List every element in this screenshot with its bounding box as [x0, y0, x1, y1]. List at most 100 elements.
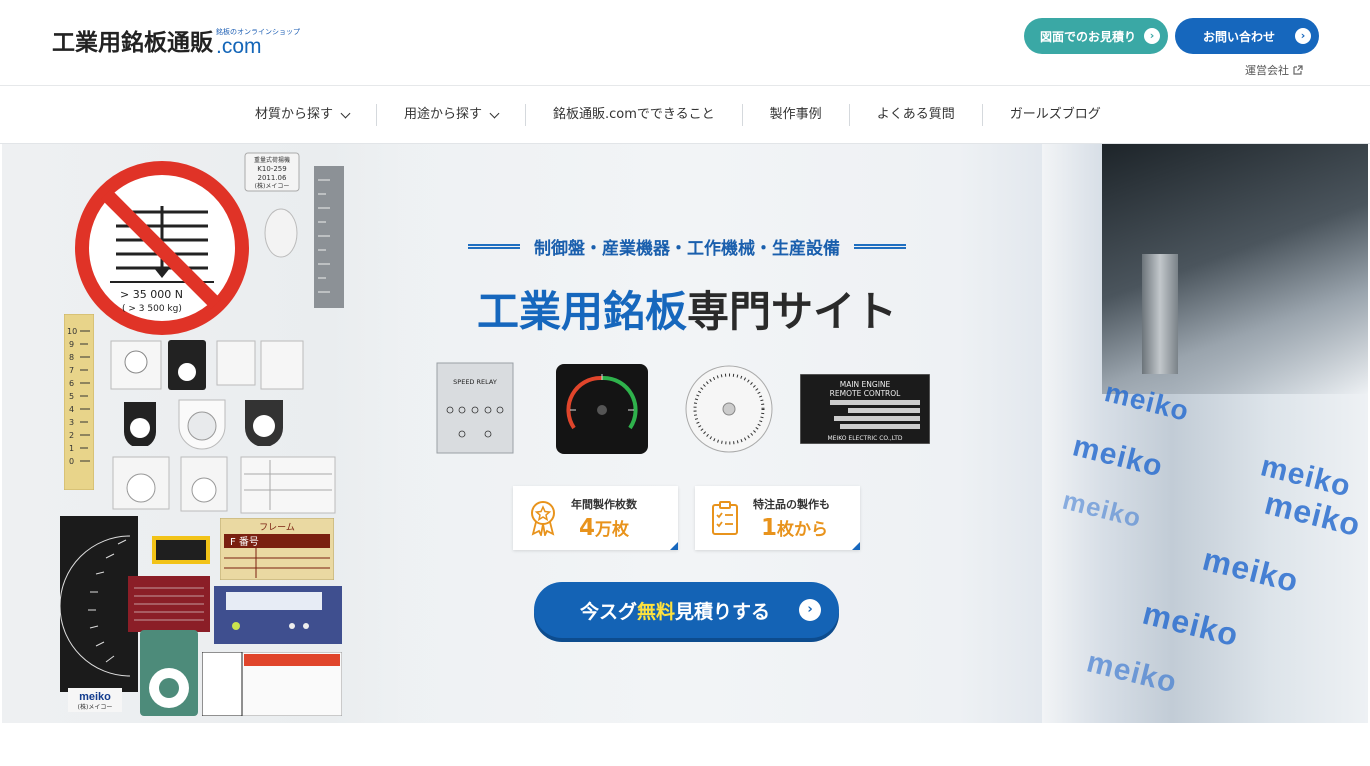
- svg-text:(株)メイコー: (株)メイコー: [78, 703, 113, 711]
- badge-number: 1: [761, 515, 778, 541]
- speed-relay-plate: SPEED RELAY: [436, 362, 514, 454]
- nav-item-capabilities[interactable]: 銘板通販.comでできること: [526, 104, 743, 126]
- svg-text:0: 0: [69, 457, 74, 466]
- switch-plate: [180, 456, 228, 512]
- black-keyhole-plate: [245, 400, 283, 446]
- logo-main-text: 工業用銘板通販: [52, 30, 213, 56]
- hero-title-dark: 専門サイト: [687, 287, 898, 336]
- svg-text:1: 1: [69, 444, 74, 453]
- nav-label: よくある質問: [876, 107, 955, 122]
- contact-button[interactable]: お問い合わせ ›: [1175, 18, 1319, 54]
- engine-title1: MAIN ENGINE: [840, 380, 891, 389]
- tagline-text: 制御盤・産業機器・工作機械・生産設備: [534, 239, 840, 259]
- tagline-decor-line: [468, 244, 520, 249]
- site-header: 工業用銘板通販 銘板のオンラインショップ .com 図面でのお見積り › お問い…: [0, 0, 1370, 86]
- black-plate: [168, 340, 206, 390]
- nav-item-material[interactable]: 材質から探す: [228, 104, 378, 126]
- red-caution-plate: [128, 576, 210, 632]
- svg-text:6: 6: [69, 379, 74, 388]
- global-nav: 材質から探す 用途から探す 銘板通販.comでできること 製作事例 よくある質問…: [0, 86, 1370, 144]
- engine-title2: REMOTE CONTROL: [830, 389, 901, 398]
- custom-order-badge: 特注品の製作も 1枚から: [695, 486, 860, 550]
- svg-text:K10-259: K10-259: [257, 165, 286, 173]
- cta-text-highlight: 無料: [637, 600, 676, 623]
- selector-plate: [112, 456, 170, 510]
- badge-value: 1枚から: [761, 514, 828, 544]
- award-icon: [531, 501, 555, 536]
- annual-production-badge: 年間製作枚数 4万枚: [513, 486, 678, 550]
- svg-text:重量式荷揚機: 重量式荷揚機: [254, 156, 290, 164]
- cta-text: 見積りする: [675, 600, 771, 623]
- sign-text-kg: ( > 3 500 kg): [122, 304, 182, 314]
- badge-value: 4万枚: [579, 514, 629, 544]
- badge-unit: 枚から: [777, 520, 829, 540]
- external-link-icon: [1293, 65, 1303, 75]
- nav-label: 材質から探す: [255, 107, 334, 122]
- yellow-warning-plate: [152, 536, 210, 564]
- oval-plate: [264, 208, 298, 258]
- noise-filter-plate: [260, 340, 304, 390]
- white-keyhole-plate: [178, 399, 226, 450]
- nameplate-collage: > 35 000 N ( > 3 500 kg) 重量式荷揚機 K10-259 …: [2, 144, 412, 723]
- sign-text-load: > 35 000 N: [120, 288, 183, 301]
- free-quote-cta-button[interactable]: 今スグ 無料 見積りする ›: [534, 582, 839, 638]
- company-link[interactable]: 運営会社: [1245, 62, 1303, 78]
- clipboard-check-icon: [712, 501, 738, 535]
- vertical-scale-plate: [314, 166, 344, 308]
- frame-label: フレーム: [259, 522, 295, 533]
- badge-corner-decor: [670, 542, 678, 550]
- svg-text:7: 7: [69, 366, 74, 375]
- nav-item-blog[interactable]: ガールズブログ: [983, 104, 1128, 126]
- arrow-right-icon: ›: [799, 599, 821, 621]
- hero-title: 工業用銘板専門サイト: [434, 278, 940, 339]
- dial-plate: [110, 340, 162, 390]
- svg-text:2011.06: 2011.06: [258, 174, 287, 182]
- svg-text:8: 8: [69, 353, 74, 362]
- arrow-right-icon: ›: [1295, 28, 1311, 44]
- nav-item-faq[interactable]: よくある質問: [850, 104, 983, 126]
- black-arc-scale-plate: [60, 516, 138, 692]
- svg-text:10: 10: [67, 327, 77, 336]
- site-logo[interactable]: 工業用銘板通販 銘板のオンラインショップ .com: [52, 28, 300, 57]
- machine-head: [1142, 254, 1178, 374]
- tagline-decor-line: [854, 244, 906, 249]
- badge-corner-decor: [852, 542, 860, 550]
- warning-sign-plate: [202, 652, 342, 716]
- nav-label: 製作事例: [769, 107, 822, 122]
- svg-text:3: 3: [69, 418, 74, 427]
- chevron-down-icon: [489, 108, 500, 118]
- nav-label: 用途から探す: [404, 107, 483, 122]
- drawing-quote-label: 図面でのお見積り: [1040, 29, 1137, 44]
- white-plate: [216, 340, 256, 386]
- badge-label: 特注品の製作も: [753, 498, 830, 511]
- badge-label: 年間製作枚数: [571, 498, 637, 511]
- badge-number: 4: [579, 515, 596, 541]
- engine-control-plate: MAIN ENGINE REMOTE CONTROL MEIKO ELECTRI…: [800, 374, 930, 444]
- cta-text: 今スグ: [580, 600, 638, 623]
- frame-number-plate: フレーム F 番号: [220, 518, 334, 580]
- nav-item-cases[interactable]: 製作事例: [743, 104, 850, 126]
- hero-tagline: 制御盤・産業機器・工作機械・生産設備: [434, 234, 940, 259]
- badge-unit: 万枚: [595, 520, 630, 540]
- svg-text:(株)メイコー: (株)メイコー: [255, 182, 290, 190]
- nav-item-usage[interactable]: 用途から探す: [377, 104, 527, 126]
- chevron-down-icon: [340, 108, 351, 118]
- hero-title-blue: 工業用銘板: [476, 287, 687, 336]
- svg-text:meiko: meiko: [79, 691, 111, 703]
- black-gauge-plate: [556, 364, 648, 454]
- svg-text:4: 4: [69, 405, 74, 414]
- company-link-label: 運営会社: [1245, 64, 1289, 77]
- blue-panel-plate: [214, 586, 342, 644]
- meiko-logo-plate: meiko (株)メイコー: [68, 688, 122, 712]
- table-plate: [240, 456, 336, 514]
- drawing-quote-button[interactable]: 図面でのお見積り ›: [1024, 18, 1168, 54]
- speed-relay-text: SPEED RELAY: [453, 378, 497, 386]
- arrow-right-icon: ›: [1144, 28, 1160, 44]
- engine-maker: MEIKO ELECTRIC CO.,LTD: [827, 435, 902, 442]
- green-controller-plate: [140, 630, 198, 716]
- logo-com-text: .com: [216, 35, 262, 58]
- svg-text:9: 9: [69, 340, 74, 349]
- round-dial-plate: [685, 365, 773, 453]
- prohibition-sign-image: > 35 000 N ( > 3 500 kg): [75, 161, 249, 335]
- nav-label: 銘板通販.comでできること: [553, 107, 715, 122]
